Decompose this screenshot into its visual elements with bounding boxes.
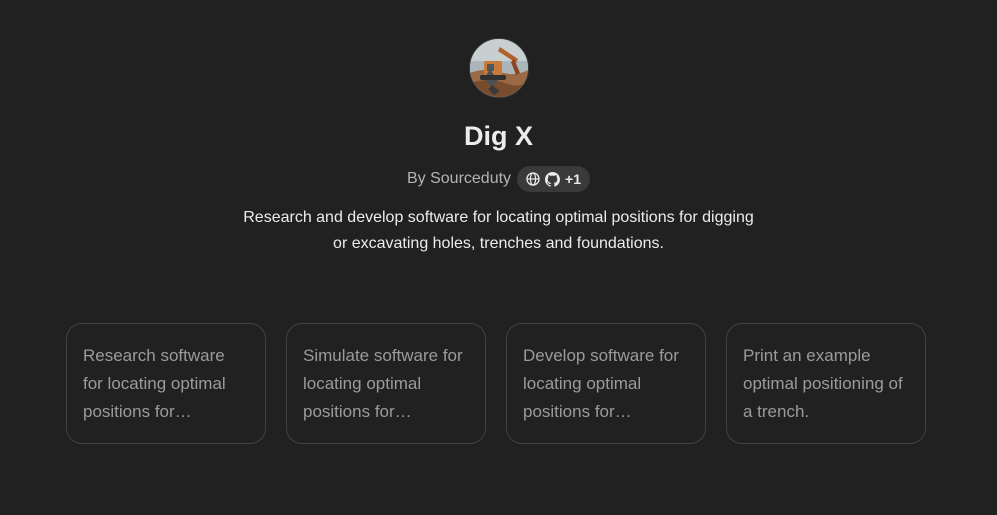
gpt-byline: By Sourceduty +1 bbox=[406, 166, 591, 192]
starter-card[interactable]: Research software for locating optimal p… bbox=[66, 323, 266, 444]
conversation-starters: Research software for locating optimal p… bbox=[66, 323, 926, 444]
starter-card[interactable]: Develop software for locating optimal po… bbox=[506, 323, 706, 444]
globe-icon bbox=[526, 172, 540, 186]
links-extra-count: +1 bbox=[565, 171, 582, 187]
excavator-avatar-image bbox=[469, 39, 528, 97]
gpt-title: Dig X bbox=[463, 121, 533, 151]
gpt-header: Dig X By Sourceduty +1 Research and deve… bbox=[0, 38, 997, 257]
starter-card[interactable]: Print an example optimal positioning of … bbox=[726, 323, 926, 444]
author-label: By Sourceduty bbox=[406, 170, 512, 187]
github-icon bbox=[545, 171, 561, 187]
gpt-description: Research and develop software for locati… bbox=[243, 209, 754, 252]
starter-card[interactable]: Simulate software for locating optimal p… bbox=[286, 323, 486, 444]
author-links-button[interactable]: +1 bbox=[517, 166, 591, 192]
gpt-avatar bbox=[468, 38, 529, 98]
